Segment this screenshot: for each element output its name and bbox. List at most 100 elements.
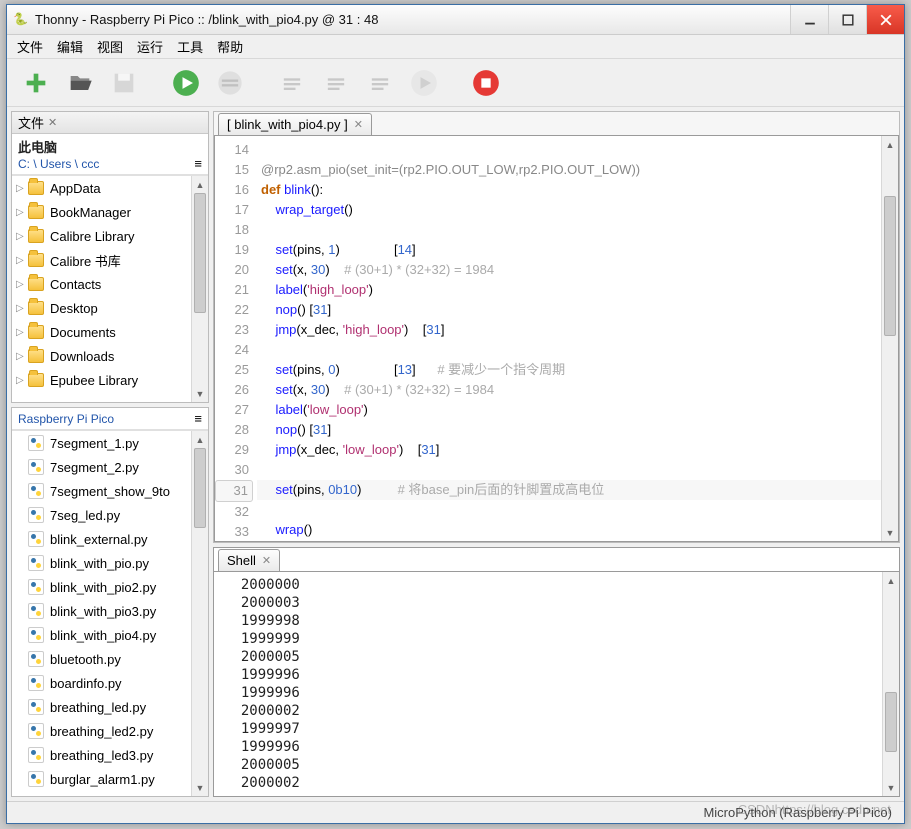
folder-label: Calibre Library — [50, 229, 135, 244]
file-item[interactable]: 7segment_1.py — [12, 431, 208, 455]
files-panel-close-icon[interactable]: ✕ — [48, 116, 57, 129]
file-label: breathing_led3.py — [50, 748, 153, 763]
folder-tree[interactable]: ▲▼ ▷AppData▷BookManager▷Calibre Library▷… — [12, 175, 208, 402]
line-number-gutter: 1415161718192021222324252627282930313233 — [215, 136, 257, 541]
run-button[interactable] — [169, 66, 203, 100]
shell-output[interactable]: 2000000 2000003 1999998 1999999 2000005 … — [214, 572, 899, 796]
file-label: 7segment_1.py — [50, 436, 139, 451]
folder-label: Documents — [50, 325, 116, 340]
shell-tab-close-icon[interactable]: ✕ — [262, 554, 271, 567]
menu-run[interactable]: 运行 — [137, 37, 163, 56]
file-item[interactable]: blink_with_pio2.py — [12, 575, 208, 599]
new-file-button[interactable] — [19, 66, 53, 100]
step-over-button[interactable] — [275, 66, 309, 100]
file-item[interactable]: burglar_alarm1.py — [12, 767, 208, 791]
folder-item[interactable]: ▷Desktop — [12, 296, 208, 320]
debug-button[interactable] — [213, 66, 247, 100]
folder-item[interactable]: ▷Contacts — [12, 272, 208, 296]
python-file-icon — [28, 459, 44, 475]
file-item[interactable]: 7segment_show_9to — [12, 479, 208, 503]
python-file-icon — [28, 627, 44, 643]
folder-label: Contacts — [50, 277, 101, 292]
shell-scrollbar[interactable]: ▲▼ — [882, 572, 899, 796]
open-file-button[interactable] — [63, 66, 97, 100]
folder-icon — [28, 301, 44, 315]
status-bar: MicroPython (Raspberry Pi Pico) — [7, 801, 904, 823]
minimize-button[interactable] — [790, 5, 828, 34]
folder-item[interactable]: ▷AppData — [12, 176, 208, 200]
code-area[interactable]: @rp2.asm_pio(set_init=(rp2.PIO.OUT_LOW,r… — [257, 136, 898, 541]
folder-icon — [28, 181, 44, 195]
menu-file[interactable]: 文件 — [17, 37, 43, 56]
local-path[interactable]: C: \ Users \ ccc — [18, 157, 99, 171]
file-label: bluetooth.py — [50, 652, 121, 667]
file-item[interactable]: blink_external.py — [12, 527, 208, 551]
editor-tab-close-icon[interactable]: ✕ — [354, 118, 363, 131]
folder-icon — [28, 229, 44, 243]
device-panel-menu-icon[interactable]: ≡ — [194, 411, 202, 426]
folder-item[interactable]: ▷Calibre Library — [12, 224, 208, 248]
status-interpreter[interactable]: MicroPython (Raspberry Pi Pico) — [703, 805, 892, 820]
file-item[interactable]: 7segment_2.py — [12, 455, 208, 479]
step-into-button[interactable] — [319, 66, 353, 100]
file-label: blink_with_pio.py — [50, 556, 149, 571]
folder-item[interactable]: ▷Documents — [12, 320, 208, 344]
python-file-icon — [28, 675, 44, 691]
editor-tab-label: [ blink_with_pio4.py ] — [227, 117, 348, 132]
python-file-icon — [28, 435, 44, 451]
app-window: 🐍 Thonny - Raspberry Pi Pico :: /blink_w… — [6, 4, 905, 824]
python-file-icon — [28, 723, 44, 739]
folder-icon — [28, 277, 44, 291]
code-editor[interactable]: 1415161718192021222324252627282930313233… — [214, 136, 899, 542]
folder-item[interactable]: ▷Calibre 书库 — [12, 248, 208, 272]
file-item[interactable]: 7seg_led.py — [12, 503, 208, 527]
menu-help[interactable]: 帮助 — [217, 37, 243, 56]
file-item[interactable]: blink_with_pio4.py — [12, 623, 208, 647]
folder-item[interactable]: ▷BookManager — [12, 200, 208, 224]
device-file-tree[interactable]: ▲▼ 7segment_1.py7segment_2.py7segment_sh… — [12, 430, 208, 796]
menu-bar: 文件 编辑 视图 运行 工具 帮助 — [7, 35, 904, 59]
file-label: blink_external.py — [50, 532, 148, 547]
folder-label: Calibre 书库 — [50, 251, 121, 270]
file-item[interactable]: blink_with_pio.py — [12, 551, 208, 575]
file-item[interactable]: blink_with_pio3.py — [12, 599, 208, 623]
device-label[interactable]: Raspberry Pi Pico — [18, 412, 114, 426]
resume-button[interactable] — [407, 66, 441, 100]
folder-item[interactable]: ▷Epubee Library — [12, 368, 208, 392]
close-button[interactable] — [866, 5, 904, 34]
folder-icon — [28, 373, 44, 387]
folder-label: BookManager — [50, 205, 131, 220]
editor-tab[interactable]: [ blink_with_pio4.py ] ✕ — [218, 113, 372, 135]
menu-view[interactable]: 视图 — [97, 37, 123, 56]
file-item[interactable]: breathing_led.py — [12, 695, 208, 719]
folder-icon — [28, 325, 44, 339]
save-button[interactable] — [107, 66, 141, 100]
step-out-button[interactable] — [363, 66, 397, 100]
files-panel-menu-icon[interactable]: ≡ — [194, 156, 202, 171]
files-panel-device: Raspberry Pi Pico ≡ ▲▼ 7segment_1.py7seg… — [11, 407, 209, 797]
folder-item[interactable]: ▷Downloads — [12, 344, 208, 368]
file-item[interactable]: breathing_led3.py — [12, 743, 208, 767]
file-label: blink_with_pio3.py — [50, 604, 156, 619]
stop-button[interactable] — [469, 66, 503, 100]
folder-label: Downloads — [50, 349, 114, 364]
file-item[interactable]: boardinfo.py — [12, 671, 208, 695]
menu-edit[interactable]: 编辑 — [57, 37, 83, 56]
shell-tab[interactable]: Shell ✕ — [218, 549, 280, 571]
maximize-button[interactable] — [828, 5, 866, 34]
editor-scrollbar[interactable]: ▲▼ — [881, 136, 898, 541]
python-file-icon — [28, 771, 44, 787]
file-label: burglar_alarm1.py — [50, 772, 155, 787]
menu-tools[interactable]: 工具 — [177, 37, 203, 56]
file-label: 7seg_led.py — [50, 508, 120, 523]
folder-icon — [28, 349, 44, 363]
folder-label: Epubee Library — [50, 373, 138, 388]
app-icon: 🐍 — [13, 12, 29, 28]
python-file-icon — [28, 651, 44, 667]
file-label: 7segment_2.py — [50, 460, 139, 475]
files-panel-local: 文件 ✕ 此电脑 C: \ Users \ ccc ≡ ▲▼ ▷AppData▷… — [11, 111, 209, 403]
file-item[interactable]: bluetooth.py — [12, 647, 208, 671]
local-computer-label[interactable]: 此电脑 — [18, 137, 202, 156]
window-title: Thonny - Raspberry Pi Pico :: /blink_wit… — [35, 12, 790, 27]
file-item[interactable]: breathing_led2.py — [12, 719, 208, 743]
